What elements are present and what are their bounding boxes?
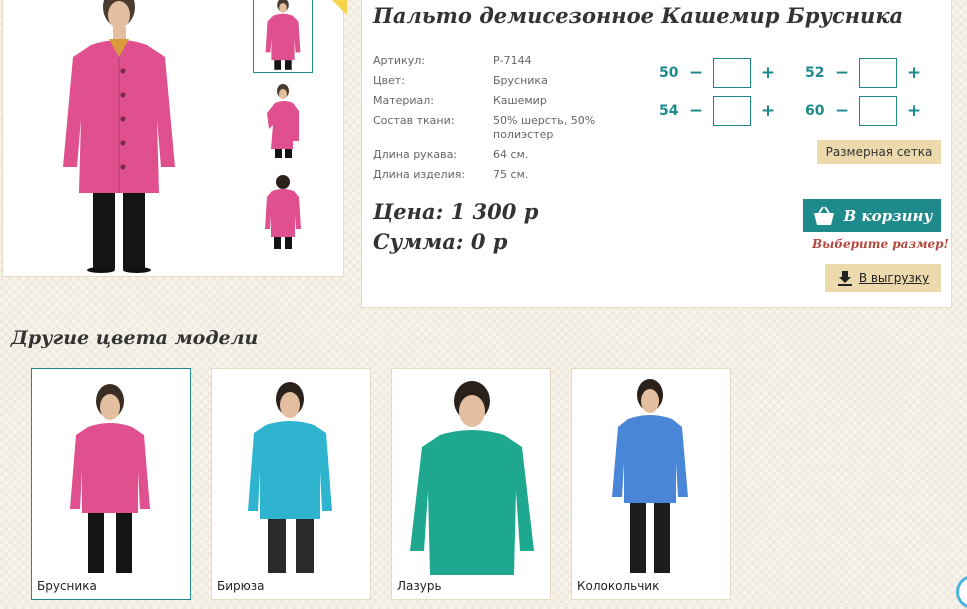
product-info-panel: Пальто демисезонное Кашемир Брусника Арт… xyxy=(361,0,952,308)
size-stepper-60: 60 − + xyxy=(805,96,925,126)
spec-label: Материал: xyxy=(373,94,435,107)
gallery-thumb-front[interactable] xyxy=(253,0,313,73)
quantity-input[interactable] xyxy=(713,96,751,126)
basket-icon xyxy=(813,205,834,225)
add-to-export-button[interactable]: В выгрузку xyxy=(825,264,941,292)
spec-row-color: Цвет: Брусника xyxy=(373,74,633,88)
size-stepper-54: 54 − + xyxy=(659,96,779,126)
size-label: 54 xyxy=(659,103,679,119)
spec-label: Артикул: xyxy=(373,54,425,67)
color-option-card[interactable]: Бирюза xyxy=(211,368,371,600)
add-to-cart-button[interactable]: В корзину xyxy=(803,199,941,232)
spec-value: Кашемир xyxy=(493,94,547,107)
increment-button[interactable]: + xyxy=(903,101,925,121)
other-colors-heading: Другие цвета модели xyxy=(11,327,259,349)
color-option-photo xyxy=(70,384,150,573)
spec-label: Длина изделия: xyxy=(373,168,466,181)
color-option-name: Колокольчик xyxy=(577,579,660,593)
color-option-card[interactable]: Колокольчик xyxy=(571,368,731,600)
size-label: 60 xyxy=(805,103,825,119)
gallery-thumb-back[interactable] xyxy=(253,175,313,251)
new-corner-badge xyxy=(327,0,347,15)
quantity-input[interactable] xyxy=(859,96,897,126)
quantity-input[interactable] xyxy=(859,58,897,88)
spec-row-sleeve: Длина рукава: 64 см. xyxy=(373,148,633,162)
product-specs: Артикул: Р-7144 Цвет: Брусника Материал:… xyxy=(373,54,633,188)
gallery-thumb-side[interactable] xyxy=(253,83,313,159)
color-option-photo xyxy=(410,381,534,575)
total-sum: Сумма: 0 р xyxy=(373,229,508,254)
spec-row-fabric: Состав ткани: 50% шерсть, 50% полиэстер xyxy=(373,114,633,142)
price: Цена: 1 300 р xyxy=(373,199,539,224)
add-to-export-label: В выгрузку xyxy=(858,271,930,285)
decrement-button[interactable]: − xyxy=(685,101,707,121)
product-title: Пальто демисезонное Кашемир Брусника xyxy=(373,3,904,28)
color-option-photo xyxy=(248,382,332,573)
spec-label: Длина рукава: xyxy=(373,148,458,161)
download-icon xyxy=(837,271,852,286)
decrement-button[interactable]: − xyxy=(685,63,707,83)
spec-row-material: Материал: Кашемир xyxy=(373,94,633,108)
product-gallery xyxy=(2,0,347,277)
color-option-name: Лазурь xyxy=(397,579,442,593)
size-stepper-52: 52 − + xyxy=(805,58,925,88)
size-label: 52 xyxy=(805,65,825,81)
select-size-warning: Выберите размер! xyxy=(812,237,949,251)
spec-value: Р-7144 xyxy=(493,54,532,67)
color-option-card[interactable]: Лазурь xyxy=(391,368,551,600)
color-option-photo xyxy=(612,379,688,573)
decrement-button[interactable]: − xyxy=(831,101,853,121)
spec-row-length: Длина изделия: 75 см. xyxy=(373,168,633,182)
spec-value: 75 см. xyxy=(493,168,529,181)
main-product-photo[interactable] xyxy=(53,0,193,273)
increment-button[interactable]: + xyxy=(903,63,925,83)
spec-row-article: Артикул: Р-7144 xyxy=(373,54,633,68)
chat-widget-button[interactable] xyxy=(956,575,967,609)
increment-button[interactable]: + xyxy=(757,101,779,121)
spec-label: Состав ткани: xyxy=(373,114,455,127)
size-stepper-50: 50 − + xyxy=(659,58,779,88)
spec-value: 64 см. xyxy=(493,148,529,161)
color-option-name: Брусника xyxy=(37,579,97,593)
spec-label: Цвет: xyxy=(373,74,405,87)
color-option-card[interactable]: Брусника xyxy=(31,368,191,600)
spec-value: 50% шерсть, 50% полиэстер xyxy=(493,114,596,141)
decrement-button[interactable]: − xyxy=(831,63,853,83)
increment-button[interactable]: + xyxy=(757,63,779,83)
spec-value: Брусника xyxy=(493,74,548,87)
size-label: 50 xyxy=(659,65,679,81)
quantity-input[interactable] xyxy=(713,58,751,88)
add-to-cart-label: В корзину xyxy=(843,206,933,225)
color-option-name: Бирюза xyxy=(217,579,265,593)
size-chart-button[interactable]: Размерная сетка xyxy=(817,140,941,164)
